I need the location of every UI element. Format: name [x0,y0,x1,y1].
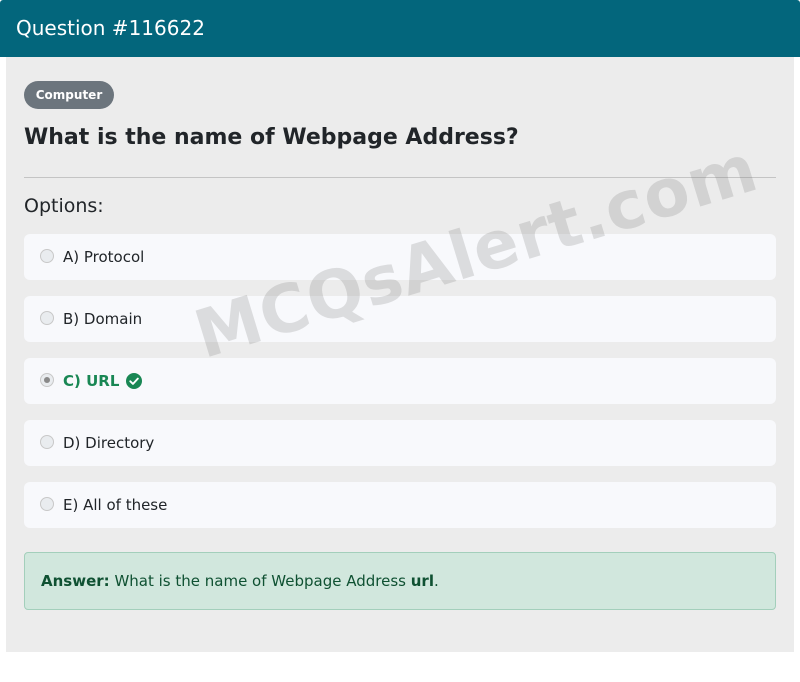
answer-text: What is the name of Webpage Address [114,572,406,590]
question-card: Question #116622 Computer What is the na… [0,0,800,652]
option-label: B) Domain [63,310,143,328]
answer-box: Answer: What is the name of Webpage Addr… [24,552,776,610]
answer-suffix: . [433,572,439,590]
radio-button[interactable] [40,249,54,263]
radio-button[interactable] [40,497,54,511]
option-b[interactable]: B) Domain [24,296,776,342]
option-label: E) All of these [63,496,168,514]
card-body: Computer What is the name of Webpage Add… [6,57,794,652]
option-label-correct: C) URL [63,372,120,390]
answer-prefix: Answer: [41,572,110,590]
option-c[interactable]: C) URL [24,358,776,404]
option-a[interactable]: A) Protocol [24,234,776,280]
option-label: A) Protocol [63,248,145,266]
radio-button-selected[interactable] [40,373,54,387]
question-header: Question #116622 [0,0,800,57]
option-d[interactable]: D) Directory [24,420,776,466]
radio-button[interactable] [40,311,54,325]
question-text: What is the name of Webpage Address? [24,125,519,150]
check-circle-icon [126,373,142,389]
category-badge[interactable]: Computer [24,81,114,109]
options-label: Options: [24,195,104,217]
option-label: D) Directory [63,434,155,452]
radio-button[interactable] [40,435,54,449]
option-e[interactable]: E) All of these [24,482,776,528]
answer-highlight: url [410,572,434,590]
divider [24,177,776,178]
